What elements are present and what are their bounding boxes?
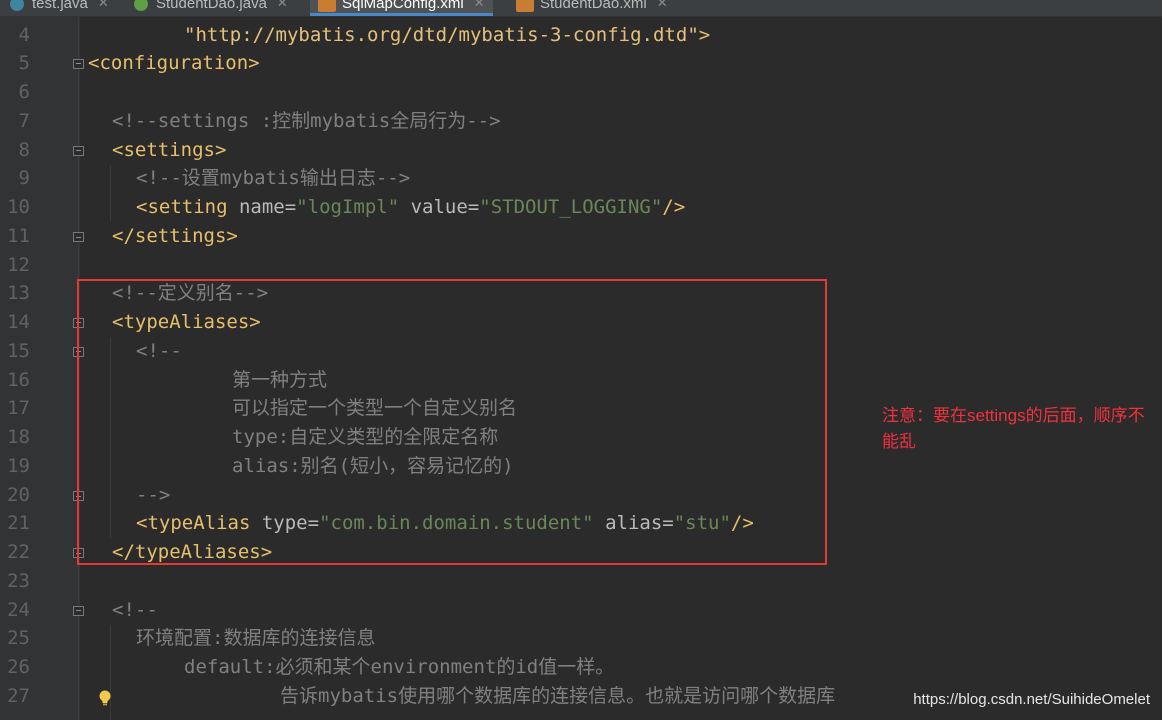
- close-icon[interactable]: ✕: [657, 0, 668, 11]
- comment-open: <!--: [112, 599, 158, 621]
- line-number: 18: [7, 426, 30, 448]
- tab-label: test.java: [32, 0, 88, 12]
- java-class-icon: [10, 0, 24, 11]
- close-icon[interactable]: ✕: [98, 0, 109, 11]
- line-number: 14: [7, 311, 30, 333]
- tab-test-java[interactable]: test.java ✕: [10, 0, 109, 16]
- tag-bracket: />: [662, 196, 686, 218]
- line-number: 8: [18, 139, 30, 161]
- tab-studentdao-xml[interactable]: StudentDao.xml ✕: [516, 0, 668, 16]
- line-number: 21: [7, 512, 30, 534]
- attr-name: value: [410, 196, 468, 218]
- line-number: 22: [7, 541, 30, 563]
- line-number: 13: [7, 282, 30, 304]
- line-number: 11: [7, 225, 30, 247]
- line-number: 26: [7, 656, 30, 678]
- annotation-note: 注意：要在settings的后面，顺序不能乱: [882, 406, 1145, 451]
- xml-file-icon: [318, 0, 336, 12]
- line-number: 4: [18, 24, 30, 46]
- fold-marker[interactable]: [73, 59, 84, 69]
- settings-open-tag: <settings>: [112, 139, 227, 161]
- code-line-11[interactable]: </settings>: [112, 222, 238, 250]
- tab-studentdao-java[interactable]: StudentDao.java ✕: [134, 0, 288, 16]
- line-number: 10: [7, 196, 30, 218]
- code-line-7[interactable]: <!--settings :控制mybatis全局行为-->: [112, 107, 501, 135]
- line-number: 5: [18, 52, 30, 74]
- line-number: 27: [7, 685, 30, 707]
- configuration-tag: <configuration>: [88, 52, 260, 74]
- tab-label: StudentDao.xml: [540, 0, 647, 12]
- line-number: 24: [7, 599, 30, 621]
- attr-value: "STDOUT_LOGGING": [479, 196, 663, 218]
- attr-value: "logImpl": [296, 196, 400, 218]
- line-number: 12: [7, 254, 30, 276]
- code-line-9[interactable]: <!--设置mybatis输出日志-->: [136, 164, 410, 192]
- attr-name: name: [238, 196, 285, 218]
- line-number: 20: [7, 484, 30, 506]
- line-number: 17: [7, 397, 30, 419]
- indent-guide: [110, 165, 111, 221]
- code-line-10[interactable]: <setting name="logImpl" value="STDOUT_LO…: [136, 193, 685, 221]
- line-number: 16: [7, 369, 30, 391]
- code-line-24[interactable]: <!--: [112, 596, 158, 624]
- fold-marker[interactable]: [73, 232, 84, 242]
- line-number: 19: [7, 455, 30, 477]
- line-number: 15: [7, 340, 30, 362]
- line-number: 9: [18, 167, 30, 189]
- dtd-url-string: "http://mybatis.org/dtd/mybatis-3-config…: [184, 24, 699, 46]
- code-line-4[interactable]: "http://mybatis.org/dtd/mybatis-3-config…: [184, 21, 710, 49]
- code-line-8[interactable]: <settings>: [112, 136, 226, 164]
- comment-text: default:必须和某个environment的id值一样。: [184, 656, 615, 678]
- java-interface-icon: [134, 0, 148, 11]
- fold-marker[interactable]: [73, 606, 84, 616]
- line-number: 7: [18, 110, 30, 132]
- line-number: 23: [7, 570, 30, 592]
- close-icon[interactable]: ✕: [474, 0, 485, 11]
- settings-close-tag: </settings>: [112, 225, 238, 247]
- line-number: 25: [7, 627, 30, 649]
- fold-marker[interactable]: [73, 146, 84, 156]
- tag-bracket: >: [698, 24, 711, 46]
- editor-tab-bar: test.java ✕ StudentDao.java ✕ SqlMapConf…: [0, 0, 1162, 17]
- highlight-box: [77, 279, 827, 565]
- code-line-5[interactable]: <configuration>: [88, 49, 260, 77]
- code-line-26[interactable]: default:必须和某个environment的id值一样。: [184, 653, 614, 681]
- code-line-25[interactable]: 环境配置:数据库的连接信息: [136, 624, 375, 652]
- lightbulb-icon[interactable]: [98, 690, 112, 706]
- log-comment: <!--设置mybatis输出日志-->: [136, 167, 411, 189]
- tab-label: StudentDao.java: [156, 0, 267, 12]
- xml-file-icon: [516, 0, 534, 12]
- tab-label: SqlMapConfig.xml: [342, 0, 464, 12]
- comment-text: 告诉mybatis使用哪个数据库的连接信息。也就是访问哪个数据库: [280, 685, 836, 707]
- settings-comment: <!--settings :控制mybatis全局行为-->: [112, 110, 501, 132]
- close-icon[interactable]: ✕: [277, 0, 288, 11]
- code-line-27[interactable]: 告诉mybatis使用哪个数据库的连接信息。也就是访问哪个数据库: [280, 682, 835, 710]
- watermark: https://blog.csdn.net/SuihideOmelet: [913, 691, 1150, 708]
- line-number: 6: [18, 81, 30, 103]
- tab-sqlmapconfig-xml[interactable]: SqlMapConfig.xml ✕: [310, 0, 493, 16]
- setting-tag: <setting: [136, 196, 228, 218]
- comment-text: 环境配置:数据库的连接信息: [136, 627, 376, 649]
